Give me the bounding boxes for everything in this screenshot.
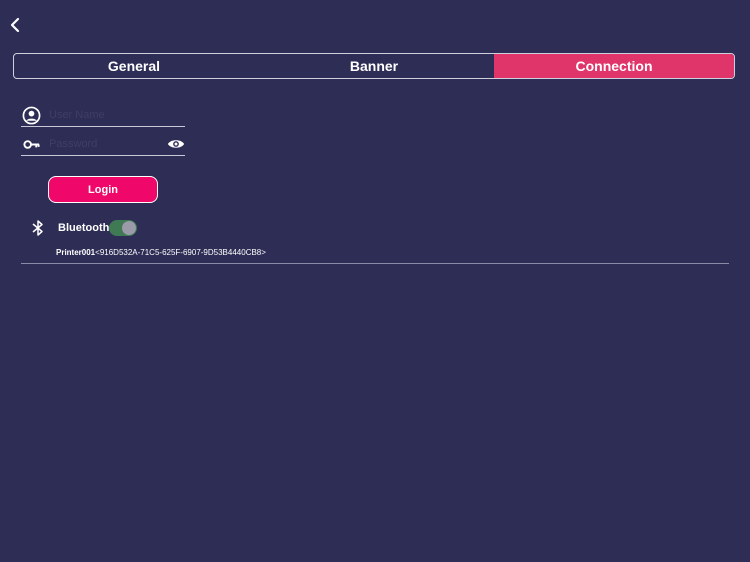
username-row [21,104,185,127]
bluetooth-icon [30,219,46,237]
password-input[interactable] [49,138,159,150]
chevron-left-icon [10,17,20,33]
bluetooth-row: Bluetooth [30,218,138,238]
tab-connection[interactable]: Connection [494,54,734,78]
toggle-knob [122,221,137,235]
divider [21,263,729,264]
password-row [21,133,185,156]
back-button[interactable] [6,14,28,36]
tab-banner[interactable]: Banner [254,54,494,78]
device-item[interactable]: Printer001<916D532A-71C5-625F-6907-9D53B… [56,248,266,257]
device-uuid: <916D532A-71C5-625F-6907-9D53B4440CB8> [95,248,266,257]
login-button[interactable]: Login [48,176,158,203]
account-circle-icon [21,105,41,125]
eye-icon[interactable] [167,135,185,153]
key-icon [21,134,41,154]
bluetooth-toggle[interactable] [109,220,138,236]
tab-bar: General Banner Connection [13,53,735,79]
username-input[interactable] [49,109,159,121]
bluetooth-label: Bluetooth [58,222,110,234]
tab-general[interactable]: General [14,54,254,78]
device-name: Printer001 [56,248,96,257]
